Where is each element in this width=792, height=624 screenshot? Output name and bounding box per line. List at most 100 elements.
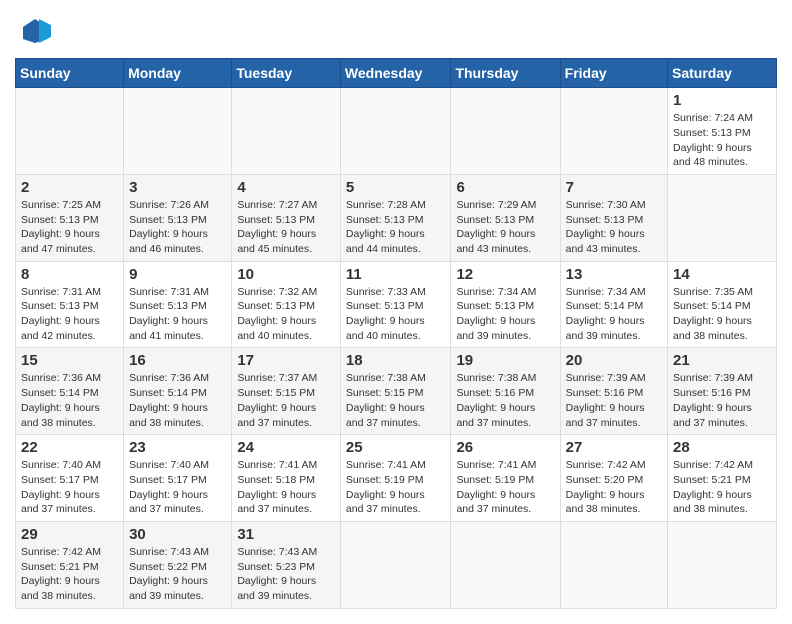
table-row: 9 Sunrise: 7:31 AMSunset: 5:13 PMDaylight… <box>124 261 232 348</box>
calendar-week-row: 1Sunrise: 7:24 AMSunset: 5:13 PMDaylight… <box>16 88 777 175</box>
table-row: 10Sunrise: 7:32 AMSunset: 5:13 PMDayligh… <box>232 261 341 348</box>
table-row <box>668 521 777 608</box>
table-row: 4Sunrise: 7:27 AMSunset: 5:13 PMDaylight… <box>232 174 341 261</box>
day-number: 6 <box>456 179 554 196</box>
table-row: 5Sunrise: 7:28 AMSunset: 5:13 PMDaylight… <box>340 174 451 261</box>
table-row: 11Sunrise: 7:33 AMSunset: 5:13 PMDayligh… <box>340 261 451 348</box>
table-row: 31Sunrise: 7:43 AMSunset: 5:23 PMDayligh… <box>232 521 341 608</box>
table-row: 2 Sunrise: 7:25 AMSunset: 5:13 PMDaylight… <box>16 174 124 261</box>
day-info: Sunrise: 7:39 AMSunset: 5:16 PMDaylight:… <box>566 371 662 430</box>
day-info: Sunrise: 7:31 AMSunset: 5:13 PMDaylight:… <box>21 285 118 344</box>
calendar-week-row: 8Sunrise: 7:31 AMSunset: 5:13 PMDaylight… <box>16 261 777 348</box>
day-info: Sunrise: 7:27 AMSunset: 5:13 PMDaylight:… <box>237 198 335 257</box>
table-row <box>16 88 124 175</box>
day-info: Sunrise: 7:41 AMSunset: 5:19 PMDaylight:… <box>346 458 446 517</box>
day-info: Sunrise: 7:42 AMSunset: 5:21 PMDaylight:… <box>21 545 118 604</box>
day-number: 15 <box>21 352 118 369</box>
day-info: Sunrise: 7:40 AMSunset: 5:17 PMDaylight:… <box>129 458 226 517</box>
day-number: 17 <box>237 352 335 369</box>
table-row <box>560 521 667 608</box>
day-number: 16 <box>129 352 226 369</box>
day-number: 21 <box>673 352 771 369</box>
day-info: Sunrise: 7:30 AMSunset: 5:13 PMDaylight:… <box>566 198 662 257</box>
day-number: 3 <box>129 179 226 196</box>
table-row: 6 Sunrise: 7:29 AMSunset: 5:13 PMDaylight… <box>451 174 560 261</box>
day-number: 19 <box>456 352 554 369</box>
day-number: 25 <box>346 439 446 456</box>
table-row: 20Sunrise: 7:39 AMSunset: 5:16 PMDayligh… <box>560 348 667 435</box>
day-info: Sunrise: 7:29 AMSunset: 5:13 PMDaylight:… <box>456 198 554 257</box>
day-number: 29 <box>21 526 118 543</box>
day-number: 14 <box>673 266 771 283</box>
table-row: 15 Sunrise: 7:36 AMSunset: 5:14 PMDayligh… <box>16 348 124 435</box>
col-sunday: Sunday <box>16 59 124 88</box>
day-info: Sunrise: 7:41 AMSunset: 5:18 PMDaylight:… <box>237 458 335 517</box>
day-number: 13 <box>566 266 662 283</box>
table-row: 22Sunrise: 7:40 AMSunset: 5:17 PMDayligh… <box>16 435 124 522</box>
table-row: 28Sunrise: 7:42 AMSunset: 5:21 PMDayligh… <box>668 435 777 522</box>
table-row <box>668 174 777 261</box>
day-number: 23 <box>129 439 226 456</box>
table-row: 14 Sunrise: 7:35 AMSunset: 5:14 PMDayligh… <box>668 261 777 348</box>
table-row <box>560 88 667 175</box>
logo-icon <box>19 15 51 47</box>
day-number: 26 <box>456 439 554 456</box>
table-row: 3 Sunrise: 7:26 AMSunset: 5:13 PMDaylight… <box>124 174 232 261</box>
table-row: 21 Sunrise: 7:39 AMSunset: 5:16 PMDayligh… <box>668 348 777 435</box>
day-number: 18 <box>346 352 446 369</box>
calendar-week-row: 29 Sunrise: 7:42 AMSunset: 5:21 PMDayligh… <box>16 521 777 608</box>
calendar-week-row: 22Sunrise: 7:40 AMSunset: 5:17 PMDayligh… <box>16 435 777 522</box>
table-row: 26Sunrise: 7:41 AMSunset: 5:19 PMDayligh… <box>451 435 560 522</box>
col-thursday: Thursday <box>451 59 560 88</box>
table-row <box>340 521 451 608</box>
day-info: Sunrise: 7:43 AMSunset: 5:22 PMDaylight:… <box>129 545 226 604</box>
day-info: Sunrise: 7:34 AMSunset: 5:13 PMDaylight:… <box>456 285 554 344</box>
day-number: 30 <box>129 526 226 543</box>
day-info: Sunrise: 7:28 AMSunset: 5:13 PMDaylight:… <box>346 198 446 257</box>
table-row: 23 Sunrise: 7:40 AMSunset: 5:17 PMDayligh… <box>124 435 232 522</box>
day-info: Sunrise: 7:40 AMSunset: 5:17 PMDaylight:… <box>21 458 118 517</box>
day-info: Sunrise: 7:26 AMSunset: 5:13 PMDaylight:… <box>129 198 226 257</box>
day-info: Sunrise: 7:39 AMSunset: 5:16 PMDaylight:… <box>673 371 771 430</box>
col-tuesday: Tuesday <box>232 59 341 88</box>
table-row: 18 Sunrise: 7:38 AMSunset: 5:15 PMDayligh… <box>340 348 451 435</box>
col-friday: Friday <box>560 59 667 88</box>
col-wednesday: Wednesday <box>340 59 451 88</box>
day-info: Sunrise: 7:35 AMSunset: 5:14 PMDaylight:… <box>673 285 771 344</box>
day-number: 12 <box>456 266 554 283</box>
table-row: 16 Sunrise: 7:36 AMSunset: 5:14 PMDayligh… <box>124 348 232 435</box>
day-info: Sunrise: 7:38 AMSunset: 5:15 PMDaylight:… <box>346 371 446 430</box>
day-info: Sunrise: 7:36 AMSunset: 5:14 PMDaylight:… <box>21 371 118 430</box>
calendar-header-row: Sunday Monday Tuesday Wednesday Thursday… <box>16 59 777 88</box>
table-row: 17 Sunrise: 7:37 AMSunset: 5:15 PMDayligh… <box>232 348 341 435</box>
table-row <box>340 88 451 175</box>
day-number: 2 <box>21 179 118 196</box>
table-row: 25 Sunrise: 7:41 AMSunset: 5:19 PMDayligh… <box>340 435 451 522</box>
table-row: 27 Sunrise: 7:42 AMSunset: 5:20 PMDayligh… <box>560 435 667 522</box>
day-info: Sunrise: 7:36 AMSunset: 5:14 PMDaylight:… <box>129 371 226 430</box>
day-number: 7 <box>566 179 662 196</box>
day-number: 28 <box>673 439 771 456</box>
day-number: 24 <box>237 439 335 456</box>
table-row <box>124 88 232 175</box>
day-info: Sunrise: 7:43 AMSunset: 5:23 PMDaylight:… <box>237 545 335 604</box>
table-row: 19Sunrise: 7:38 AMSunset: 5:16 PMDayligh… <box>451 348 560 435</box>
table-row <box>451 521 560 608</box>
day-info: Sunrise: 7:32 AMSunset: 5:13 PMDaylight:… <box>237 285 335 344</box>
table-row <box>232 88 341 175</box>
col-monday: Monday <box>124 59 232 88</box>
day-info: Sunrise: 7:25 AMSunset: 5:13 PMDaylight:… <box>21 198 118 257</box>
day-number: 27 <box>566 439 662 456</box>
calendar-table: Sunday Monday Tuesday Wednesday Thursday… <box>15 58 777 609</box>
table-row: 29 Sunrise: 7:42 AMSunset: 5:21 PMDayligh… <box>16 521 124 608</box>
table-row <box>451 88 560 175</box>
table-row: 24 Sunrise: 7:41 AMSunset: 5:18 PMDayligh… <box>232 435 341 522</box>
day-number: 9 <box>129 266 226 283</box>
day-info: Sunrise: 7:31 AMSunset: 5:13 PMDaylight:… <box>129 285 226 344</box>
logo <box>15 15 51 48</box>
day-info: Sunrise: 7:34 AMSunset: 5:14 PMDaylight:… <box>566 285 662 344</box>
day-info: Sunrise: 7:37 AMSunset: 5:15 PMDaylight:… <box>237 371 335 430</box>
table-row: 7 Sunrise: 7:30 AMSunset: 5:13 PMDaylight… <box>560 174 667 261</box>
day-info: Sunrise: 7:42 AMSunset: 5:20 PMDaylight:… <box>566 458 662 517</box>
page-header <box>15 15 777 48</box>
